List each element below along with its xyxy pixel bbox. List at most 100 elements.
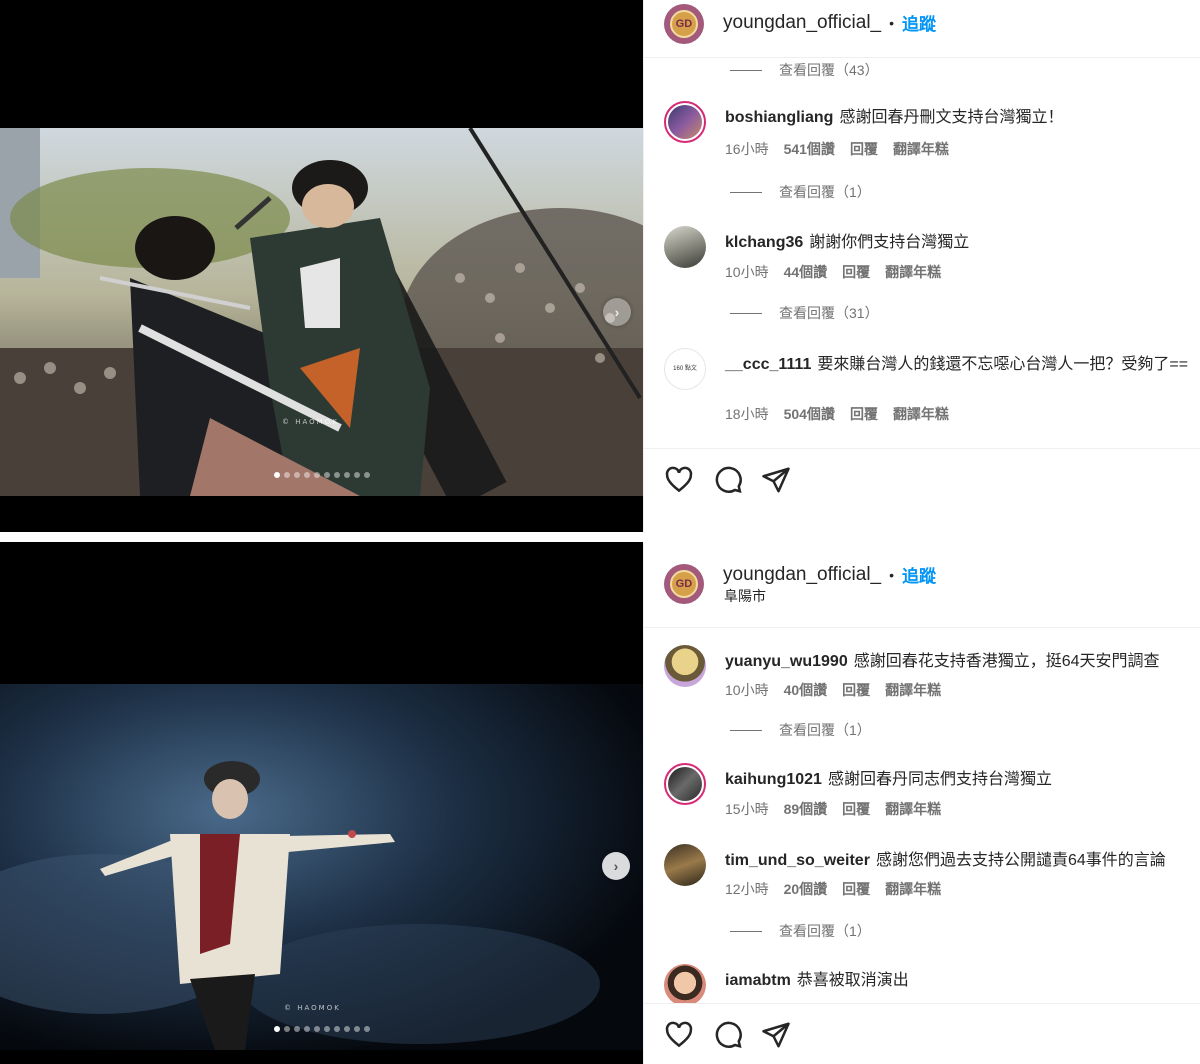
comment-body: 要來賺台灣人的錢還不忘噁心台灣人一把？受夠了== bbox=[817, 356, 1189, 373]
comment-time: 10小時 bbox=[725, 264, 769, 280]
post-panel-2: © HAOMOK › GD youngdan_official_ • 追蹤 阜陽… bbox=[0, 542, 1200, 1064]
action-bar bbox=[644, 448, 1200, 508]
chevron-right-icon[interactable]: › bbox=[603, 298, 631, 326]
paper-plane-icon[interactable] bbox=[761, 1020, 791, 1050]
paper-plane-icon[interactable] bbox=[761, 465, 791, 495]
username-row: youngdan_official_ • 追蹤 bbox=[723, 562, 936, 587]
logo-badge: GD bbox=[670, 10, 698, 38]
heart-icon[interactable] bbox=[664, 1020, 694, 1050]
chevron-right-icon[interactable]: › bbox=[602, 852, 630, 880]
translate-button[interactable]: 翻譯年糕 bbox=[885, 680, 941, 700]
post-header: GD youngdan_official_ • 追蹤 阜陽市 bbox=[644, 542, 1200, 628]
carousel-dot bbox=[273, 472, 280, 478]
comment-username[interactable]: tim_und_so_weiter bbox=[725, 852, 870, 869]
action-bar bbox=[644, 1003, 1200, 1063]
reply-button[interactable]: 回覆 bbox=[842, 799, 870, 819]
comment-meta: 10小時 44個讚 回覆 翻譯年糕 bbox=[725, 262, 941, 282]
comment-text: boshiangliang 感謝回春丹刪文支持台灣獨立！ bbox=[725, 107, 1189, 129]
comment-username[interactable]: boshiangliang bbox=[725, 109, 833, 126]
avatar[interactable]: GD bbox=[664, 564, 704, 604]
carousel-dot bbox=[343, 1026, 350, 1032]
photo-watermark: © HAOMOK bbox=[284, 1004, 341, 1012]
comment-time: 16小時 bbox=[725, 141, 769, 157]
carousel-dot bbox=[293, 1026, 300, 1032]
translate-button[interactable]: 翻譯年糕 bbox=[885, 879, 941, 899]
avatar[interactable] bbox=[664, 763, 706, 805]
username[interactable]: youngdan_official_ bbox=[723, 564, 881, 586]
carousel-dot bbox=[293, 472, 300, 478]
comment-likes[interactable]: 40個讚 bbox=[784, 680, 828, 700]
avatar[interactable] bbox=[664, 226, 706, 268]
comment-meta: 12小時 20個讚 回覆 翻譯年糕 bbox=[725, 879, 941, 899]
view-replies-button[interactable]: 查看回覆（1） bbox=[730, 720, 871, 740]
carousel-dot bbox=[333, 472, 340, 478]
comment-username[interactable]: kaihung1021 bbox=[725, 771, 822, 788]
comment-username[interactable]: iamabtm bbox=[725, 972, 791, 989]
view-replies-button[interactable]: 查看回覆（43） bbox=[730, 60, 879, 80]
logo-badge: GD bbox=[670, 570, 698, 598]
follow-button[interactable]: 追蹤 bbox=[902, 562, 936, 587]
comments-list[interactable]: yuanyu_wu1990 感謝回春花支持香港獨立，挺64天安門調查 10小時 4… bbox=[644, 628, 1200, 1003]
comment-likes[interactable]: 541個讚 bbox=[784, 139, 835, 159]
comment-username[interactable]: yuanyu_wu1990 bbox=[725, 653, 848, 670]
username-row: youngdan_official_ • 追蹤 bbox=[723, 10, 936, 35]
comment-text: tim_und_so_weiter 感謝您們過去支持公開譴責64事件的言論 bbox=[725, 850, 1189, 872]
concert-photo-singer[interactable]: © HAOMOK bbox=[0, 684, 643, 1050]
comment-username[interactable]: klchang36 bbox=[725, 234, 803, 251]
translate-button[interactable]: 翻譯年糕 bbox=[885, 799, 941, 819]
comment-text: yuanyu_wu1990 感謝回春花支持香港獨立，挺64天安門調查 bbox=[725, 651, 1189, 673]
post-panel-1: © HAOMOK › GD youngdan_official_ • 追蹤 查看… bbox=[0, 0, 1200, 532]
divider bbox=[730, 69, 762, 71]
concert-photo-guitarists[interactable]: © HAOMOK bbox=[0, 128, 643, 496]
separator: • bbox=[889, 566, 895, 583]
translate-button[interactable]: 翻譯年糕 bbox=[885, 262, 941, 282]
comment-likes[interactable]: 89個讚 bbox=[784, 799, 828, 819]
reply-button[interactable]: 回覆 bbox=[842, 680, 870, 700]
reply-button[interactable]: 回覆 bbox=[850, 404, 878, 424]
avatar[interactable] bbox=[664, 844, 706, 886]
view-replies-button[interactable]: 查看回覆（31） bbox=[730, 303, 879, 323]
comment-likes[interactable]: 504個讚 bbox=[784, 404, 835, 424]
follow-button[interactable]: 追蹤 bbox=[902, 10, 936, 35]
comments-list[interactable]: 查看回覆（43） boshiangliang 感謝回春丹刪文支持台灣獨立！ 16小… bbox=[644, 58, 1200, 448]
carousel-dot bbox=[303, 1026, 310, 1032]
avatar[interactable]: 160 點文 bbox=[664, 348, 706, 390]
comment-time: 12小時 bbox=[725, 881, 769, 897]
avatar[interactable] bbox=[664, 964, 706, 1003]
comment-text: iamabtm 恭喜被取消演出 bbox=[725, 970, 1189, 992]
avatar-label: 160 點文 bbox=[673, 365, 697, 372]
comment-text: kaihung1021 感謝回春丹同志們支持台灣獨立 bbox=[725, 769, 1189, 791]
heart-icon[interactable] bbox=[664, 465, 694, 495]
divider bbox=[730, 191, 762, 193]
avatar[interactable] bbox=[664, 101, 706, 143]
comment-bubble-icon[interactable] bbox=[713, 1020, 743, 1050]
comment-bubble-icon[interactable] bbox=[713, 465, 743, 495]
view-replies-label: 查看回覆（31） bbox=[779, 305, 879, 321]
carousel-dot bbox=[313, 1026, 320, 1032]
reply-button[interactable]: 回覆 bbox=[842, 262, 870, 282]
location-label[interactable]: 阜陽市 bbox=[724, 586, 766, 606]
view-replies-button[interactable]: 查看回覆（1） bbox=[730, 182, 871, 202]
carousel-dot bbox=[313, 472, 320, 478]
reply-button[interactable]: 回覆 bbox=[842, 879, 870, 899]
comment-body: 感謝您們過去支持公開譴責64事件的言論 bbox=[875, 852, 1166, 869]
carousel-dot bbox=[303, 472, 310, 478]
translate-button[interactable]: 翻譯年糕 bbox=[893, 404, 949, 424]
comment-username[interactable]: __ccc_1111 bbox=[725, 356, 811, 373]
username[interactable]: youngdan_official_ bbox=[723, 12, 881, 34]
avatar[interactable]: GD bbox=[664, 4, 704, 44]
carousel-dot bbox=[283, 472, 290, 478]
avatar[interactable] bbox=[664, 645, 706, 687]
comment-meta: 15小時 89個讚 回覆 翻譯年糕 bbox=[725, 799, 941, 819]
comment-time: 10小時 bbox=[725, 682, 769, 698]
carousel-dot bbox=[363, 1026, 370, 1032]
post-media: © HAOMOK › bbox=[0, 0, 643, 532]
comment-likes[interactable]: 20個讚 bbox=[784, 879, 828, 899]
view-replies-button[interactable]: 查看回覆（1） bbox=[730, 921, 871, 941]
post-sidebar: GD youngdan_official_ • 追蹤 阜陽市 yuanyu_wu… bbox=[643, 542, 1200, 1064]
translate-button[interactable]: 翻譯年糕 bbox=[893, 139, 949, 159]
reply-button[interactable]: 回覆 bbox=[850, 139, 878, 159]
comment-likes[interactable]: 44個讚 bbox=[784, 262, 828, 282]
divider bbox=[730, 930, 762, 932]
view-replies-label: 查看回覆（43） bbox=[779, 62, 879, 78]
